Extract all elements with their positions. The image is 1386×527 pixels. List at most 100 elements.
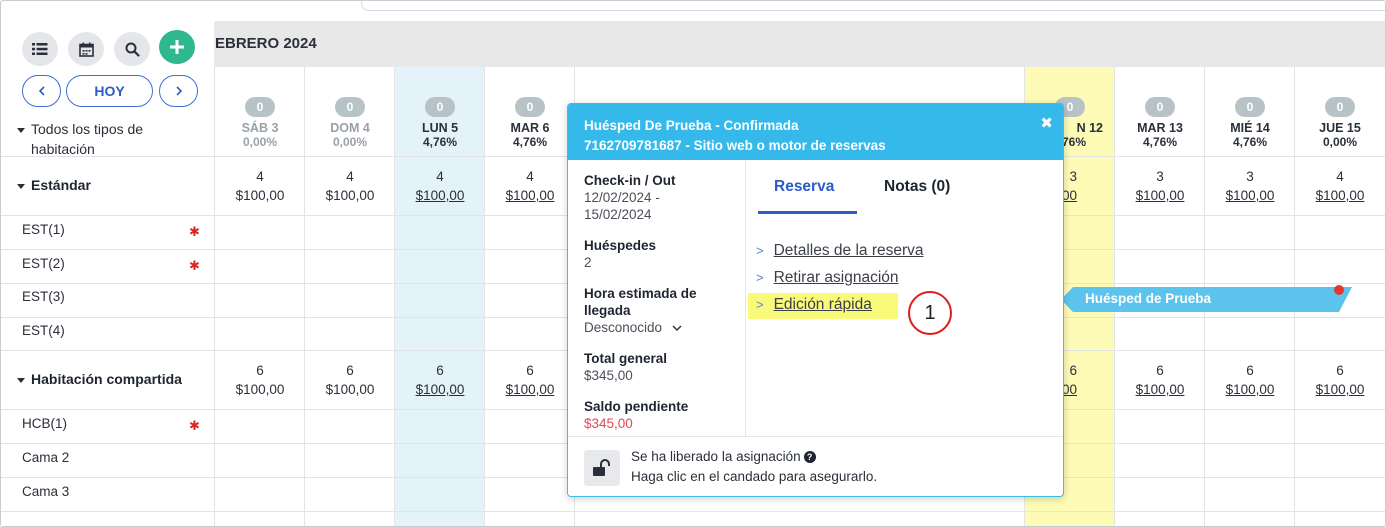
total-value: $345,00 (584, 368, 633, 383)
close-icon[interactable]: ✖ (1040, 114, 1053, 132)
day-name: MAR 13 (1137, 121, 1183, 135)
rate-link[interactable]: $100,00 (395, 186, 485, 205)
room-row-label[interactable]: Cama 3 (22, 484, 69, 499)
room-group-label: Estándar (31, 177, 91, 193)
link-label: Detalles de la reserva (773, 242, 924, 259)
availability-cell[interactable]: 6 $100,00 (395, 361, 485, 399)
room-group-label: Habitación compartida (31, 371, 182, 387)
tab-notes[interactable]: Notas (0) (884, 178, 950, 196)
chevron-down-icon (672, 325, 682, 331)
list-view-button[interactable] (22, 32, 58, 66)
checkin-value: 12/02/2024 - (584, 190, 660, 205)
month-band (214, 21, 1385, 67)
link-label: Edición rápida (773, 296, 872, 313)
rate: $100,00 (235, 382, 285, 397)
search-button[interactable] (114, 32, 150, 66)
availability-cell[interactable]: 6 $100,00 (485, 361, 575, 399)
guests-value: 2 (584, 255, 592, 270)
rate-link[interactable]: $100,00 (1115, 380, 1205, 399)
chevron-left-icon (38, 86, 45, 96)
popup-footer: Se ha liberado la asignación? Haga clic … (568, 436, 1063, 496)
today-button[interactable]: HOY (66, 75, 153, 107)
availability-cell[interactable]: 6 $100,00 (1295, 361, 1385, 399)
lock-button[interactable] (584, 450, 620, 486)
availability-cell[interactable]: 4 $100,00 (395, 167, 485, 205)
next-button[interactable] (159, 75, 198, 107)
rate: $100,00 (325, 382, 375, 397)
eta-dropdown[interactable]: Desconocido (584, 319, 729, 336)
availability-cell[interactable]: 6 $100,00 (1205, 361, 1295, 399)
room-row-label[interactable]: EST(3) (22, 289, 65, 304)
room-group-shared[interactable]: Habitación compartida (17, 371, 182, 387)
guests-label: Huéspedes (584, 238, 657, 253)
step-marker: 1 (908, 291, 952, 335)
eta-label: Hora estimada de llegada (584, 286, 697, 318)
help-icon[interactable]: ? (803, 451, 816, 463)
availability-count: 6 (346, 363, 354, 378)
availability-cell[interactable]: 3 $100,00 (1115, 167, 1205, 205)
calendar-button[interactable] (68, 32, 104, 66)
day-name: SÁB 3 (241, 121, 279, 135)
rate-link[interactable]: $100,00 (1115, 186, 1205, 205)
day-name: DOM 4 (330, 121, 370, 135)
availability-count: 4 (256, 169, 264, 184)
rate-link[interactable]: $100,00 (1295, 380, 1385, 399)
day-header: 0 MIÉ 14 4,76% (1205, 97, 1295, 149)
room-row-label[interactable]: EST(4) (22, 323, 65, 338)
availability-cell[interactable]: 4 $100,00 (215, 167, 305, 205)
room-row-label[interactable]: HCB(1) (22, 416, 67, 431)
balance-label: Saldo pendiente (584, 399, 689, 414)
assignment-status-line2: Haga clic en el candado para asegurarlo. (631, 469, 878, 484)
rate-link[interactable]: $100,00 (485, 380, 575, 399)
rate-link[interactable]: $100,00 (395, 380, 485, 399)
day-occupancy: 4,76% (422, 135, 458, 149)
availability-cell[interactable]: 6 $100,00 (215, 361, 305, 399)
assignment-status: Se ha liberado la asignación? Haga clic … (631, 447, 877, 487)
chevron-right-icon: > (756, 243, 764, 258)
room-row-label[interactable]: Cama 2 (22, 450, 69, 465)
rate-link[interactable]: $100,00 (485, 186, 575, 205)
day-header: 0 LUN 5 4,76% (395, 97, 485, 149)
day-occupancy: 4,76% (1142, 135, 1178, 149)
balance-value: $345,00 (584, 416, 633, 431)
link-reservation-details[interactable]: > Detalles de la reserva (756, 242, 924, 260)
availability-cell[interactable]: 4 $100,00 (485, 167, 575, 205)
room-type-filter[interactable]: Todos los tipos de habitación (17, 119, 181, 159)
room-group-standard[interactable]: Estándar (17, 177, 91, 193)
rate-link[interactable]: $100,00 (1295, 186, 1385, 205)
day-header: 0 MAR 6 4,76% (485, 97, 575, 149)
day-name: JUE 15 (1319, 121, 1361, 135)
popup-header: Huésped De Prueba - Confirmada 716270978… (568, 104, 1063, 160)
availability-cell[interactable]: 3 $100,00 (1205, 167, 1295, 205)
availability-count: 4 (346, 169, 354, 184)
occupancy-badge: 0 (425, 97, 455, 117)
link-quick-edit[interactable]: > Edición rápida (756, 296, 872, 314)
eta-value: Desconocido (584, 320, 663, 335)
prev-button[interactable] (22, 75, 61, 107)
caret-down-icon (17, 127, 25, 133)
availability-cell[interactable]: 4 $100,00 (305, 167, 395, 205)
availability-cell[interactable]: 6 $100,00 (305, 361, 395, 399)
popup-title: Huésped De Prueba - Confirmada (584, 118, 799, 133)
availability-count: 3 (1246, 169, 1254, 184)
availability-cell[interactable]: 4 $100,00 (1295, 167, 1385, 205)
add-button[interactable] (159, 30, 195, 64)
day-occupancy: 4,76% (512, 135, 548, 149)
occupancy-badge: 0 (1145, 97, 1175, 117)
day-name: LUN 5 (421, 121, 459, 135)
availability-count: 6 (1336, 363, 1344, 378)
availability-count: 3 (1156, 169, 1164, 184)
availability-count: 6 (1246, 363, 1254, 378)
room-row-label[interactable]: EST(1) (22, 222, 65, 237)
checkin-label: Check-in / Out (584, 173, 676, 188)
occupancy-badge: 0 (1235, 97, 1265, 117)
tab-reservation[interactable]: Reserva (774, 178, 834, 196)
caret-down-icon (17, 377, 25, 383)
room-row-label[interactable]: EST(2) (22, 256, 65, 271)
link-unassign[interactable]: > Retirar asignación (756, 269, 899, 287)
total-label: Total general (584, 351, 668, 366)
availability-cell[interactable]: 6 $100,00 (1115, 361, 1205, 399)
rate-link[interactable]: $100,00 (1205, 186, 1295, 205)
top-border (361, 1, 1385, 11)
rate-link[interactable]: $100,00 (1205, 380, 1295, 399)
